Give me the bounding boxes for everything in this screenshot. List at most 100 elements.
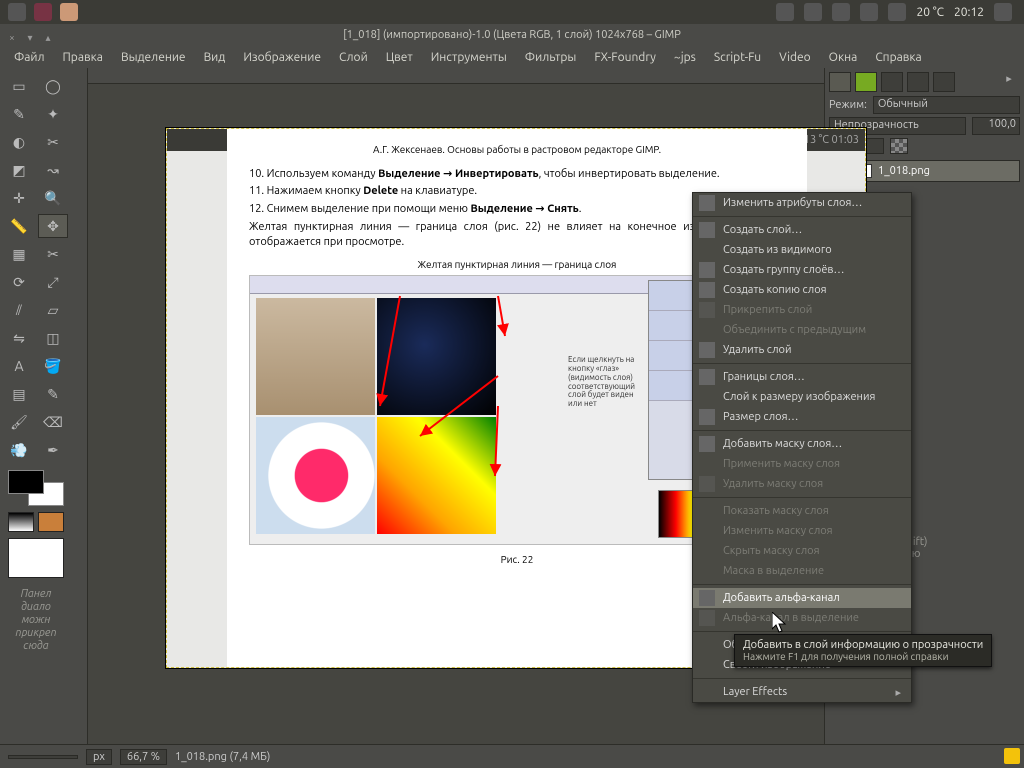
tool-cage[interactable]: ◫ <box>38 326 68 350</box>
tab-layers-icon[interactable] <box>829 72 851 92</box>
tool-flip[interactable]: ⇋ <box>4 326 34 350</box>
menuitem-label: Создать из видимого <box>723 244 832 256</box>
tool-text[interactable]: A <box>4 354 34 378</box>
layer-context-menu[interactable]: Изменить атрибуты слоя… Создать слой… Созд… <box>692 192 912 703</box>
menuitem-добавить-альфа-канал[interactable]: Добавить альфа-канал <box>693 588 911 608</box>
tool-bucket-fill[interactable]: 🪣 <box>38 354 68 378</box>
window-maximize-button[interactable]: ▴ <box>42 27 54 39</box>
menu-изображение[interactable]: Изображение <box>235 49 329 66</box>
menu-video[interactable]: Video <box>771 49 819 66</box>
lock-pixels-icon[interactable] <box>866 138 884 154</box>
tool-rect-select[interactable]: ▭ <box>4 74 34 98</box>
menuitem-создать-из-видимого[interactable]: Создать из видимого <box>693 240 911 260</box>
tool-crop[interactable]: ✂ <box>38 242 68 266</box>
tool-free-select[interactable]: ✎ <box>4 102 34 126</box>
fg-bg-color-well[interactable] <box>8 470 64 506</box>
bluetooth-icon[interactable] <box>860 3 878 21</box>
tool-pencil[interactable]: ✎ <box>38 382 68 406</box>
menuitem-icon <box>699 242 715 258</box>
menuitem-границы-слоя-[interactable]: Границы слоя… <box>693 367 911 387</box>
menu-вид[interactable]: Вид <box>196 49 234 66</box>
active-image-thumbnail[interactable] <box>8 538 64 578</box>
menuitem-label: Удалить слой <box>723 344 791 356</box>
brush-preview[interactable] <box>8 512 34 532</box>
tool-measure[interactable]: 📏 <box>4 214 34 238</box>
menuitem-layer-effects[interactable]: Layer Effects▸ <box>693 682 911 702</box>
tool-ink[interactable]: ✒ <box>38 438 68 462</box>
menuitem-изменить-атрибуты-слоя-[interactable]: Изменить атрибуты слоя… <box>693 193 911 213</box>
opacity-value[interactable]: 100,0 <box>972 117 1020 135</box>
vertical-ruler[interactable] <box>72 68 88 744</box>
window-titlebar: × ▾ ▴ [1_018] (импортировано)-1.0 (Цвета… <box>0 24 1024 46</box>
menuitem-label: Маска в выделение <box>723 565 824 577</box>
weather-icon[interactable] <box>888 3 906 21</box>
menuitem-создать-копию-слоя[interactable]: Создать копию слоя <box>693 280 911 300</box>
fg-color-swatch[interactable] <box>8 470 44 494</box>
tool-fuzzy-select[interactable]: ✦ <box>38 102 68 126</box>
tab-undo-icon[interactable] <box>907 72 929 92</box>
menu-слой[interactable]: Слой <box>331 49 376 66</box>
tool-perspective[interactable]: ▱ <box>38 298 68 322</box>
status-filename: 1_018.png (7,4 МБ) <box>175 751 270 763</box>
horizontal-ruler[interactable] <box>88 68 824 84</box>
tool-blend[interactable]: ▤ <box>4 382 34 406</box>
menuitem-icon <box>699 657 715 673</box>
menu-правка[interactable]: Правка <box>55 49 111 66</box>
pattern-preview[interactable] <box>38 512 64 532</box>
lock-alpha-icon[interactable] <box>890 138 908 154</box>
menu-fx-foundry[interactable]: FX-Foundry <box>586 49 664 66</box>
clock[interactable]: 20:12 <box>954 6 984 19</box>
menuitem-размер-слоя-[interactable]: Размер слоя… <box>693 407 911 427</box>
tool-foreground-select[interactable]: ◩ <box>4 158 34 182</box>
menu-bar[interactable]: ФайлПравкаВыделениеВидИзображениеСлойЦве… <box>0 46 1024 68</box>
tool-by-color-select[interactable]: ◐ <box>4 130 34 154</box>
tool-rotate[interactable]: ⟳ <box>4 270 34 294</box>
navigation-preview-button[interactable] <box>1004 748 1020 764</box>
tab-channels-icon[interactable] <box>855 72 877 92</box>
tab-brush-icon[interactable] <box>933 72 955 92</box>
menuitem-создать-слой-[interactable]: Создать слой… <box>693 220 911 240</box>
mail-icon[interactable] <box>832 3 850 21</box>
tool-paths[interactable]: ↝ <box>38 158 68 182</box>
menuitem-добавить-маску-слоя-[interactable]: Добавить маску слоя… <box>693 434 911 454</box>
tool-ellipse-select[interactable]: ◯ <box>38 74 68 98</box>
blend-mode-select[interactable]: Обычный <box>873 96 1020 114</box>
tool-eraser[interactable]: ⌫ <box>38 410 68 434</box>
app-indicator-icon[interactable] <box>60 3 78 21</box>
menuitem-слой-к-размеру-изображения[interactable]: Слой к размеру изображения <box>693 387 911 407</box>
menuitem-удалить-слой[interactable]: Удалить слой <box>693 340 911 360</box>
tool-scale[interactable]: ⤢ <box>38 270 68 294</box>
menuitem-icon <box>699 476 715 492</box>
menu-справка[interactable]: Справка <box>867 49 929 66</box>
layer-name[interactable]: 1_018.png <box>878 165 930 177</box>
menu-файл[interactable]: Файл <box>6 49 53 66</box>
tool-move[interactable]: ✥ <box>38 214 68 238</box>
tool-paintbrush[interactable]: 🖌 <box>4 410 34 434</box>
menu-script-fu[interactable]: Script-Fu <box>706 49 769 66</box>
menuitem-создать-группу-слоёв-[interactable]: Создать группу слоёв… <box>693 260 911 280</box>
window-close-button[interactable]: × <box>6 27 18 39</box>
dock-tab-strip[interactable]: ▸ <box>829 72 1020 92</box>
menu-фильтры[interactable]: Фильтры <box>517 49 585 66</box>
tool-align[interactable]: ▦ <box>4 242 34 266</box>
app-indicator-icon[interactable] <box>34 3 52 21</box>
window-minimize-button[interactable]: ▾ <box>24 27 36 39</box>
tool-zoom[interactable]: 🔍 <box>38 186 68 210</box>
tab-menu-arrow-icon[interactable]: ▸ <box>998 72 1020 92</box>
menu-окна[interactable]: Окна <box>821 49 866 66</box>
zoom-select[interactable]: 66,7 % <box>120 749 167 765</box>
tool-shear[interactable]: ⫽ <box>4 298 34 322</box>
menu-цвет[interactable]: Цвет <box>378 49 421 66</box>
unit-select[interactable]: px <box>86 749 112 765</box>
network-icon[interactable] <box>776 3 794 21</box>
menu-выделение[interactable]: Выделение <box>113 49 194 66</box>
volume-icon[interactable] <box>804 3 822 21</box>
session-icon[interactable] <box>994 3 1012 21</box>
tool-airbrush[interactable]: 💨 <box>4 438 34 462</box>
ubuntu-icon[interactable] <box>8 3 26 21</box>
tool-scissors[interactable]: ✂ <box>38 130 68 154</box>
menu-~jps[interactable]: ~jps <box>666 49 704 66</box>
tool-color-picker[interactable]: ✛ <box>4 186 34 210</box>
menu-инструменты[interactable]: Инструменты <box>423 49 515 66</box>
tab-paths-icon[interactable] <box>881 72 903 92</box>
